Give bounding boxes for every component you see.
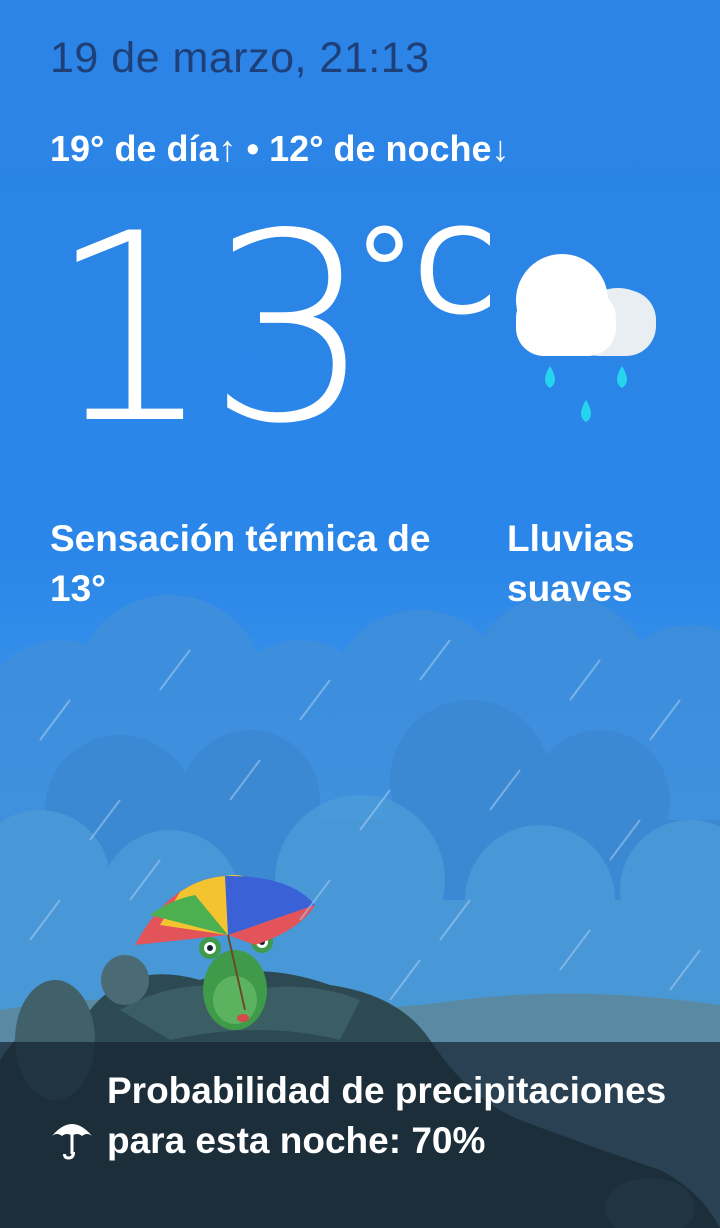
high-low-temperature: 19° de día↑ • 12° de noche↓ — [50, 128, 510, 169]
rock — [101, 955, 149, 1005]
precipitation-chance: Probabilidad de precipitaciones para est… — [107, 1070, 667, 1161]
feels-like: Sensación térmica de 13° — [50, 518, 431, 609]
weather-condition: Lluvias suaves — [507, 518, 635, 609]
rain-cloud-icon — [516, 254, 656, 422]
current-temperature: 13 — [48, 179, 373, 481]
date-time: 19 de marzo, 21:13 — [50, 34, 430, 82]
umbrella-icon — [52, 1124, 92, 1160]
temperature-unit: °C — [355, 203, 497, 341]
